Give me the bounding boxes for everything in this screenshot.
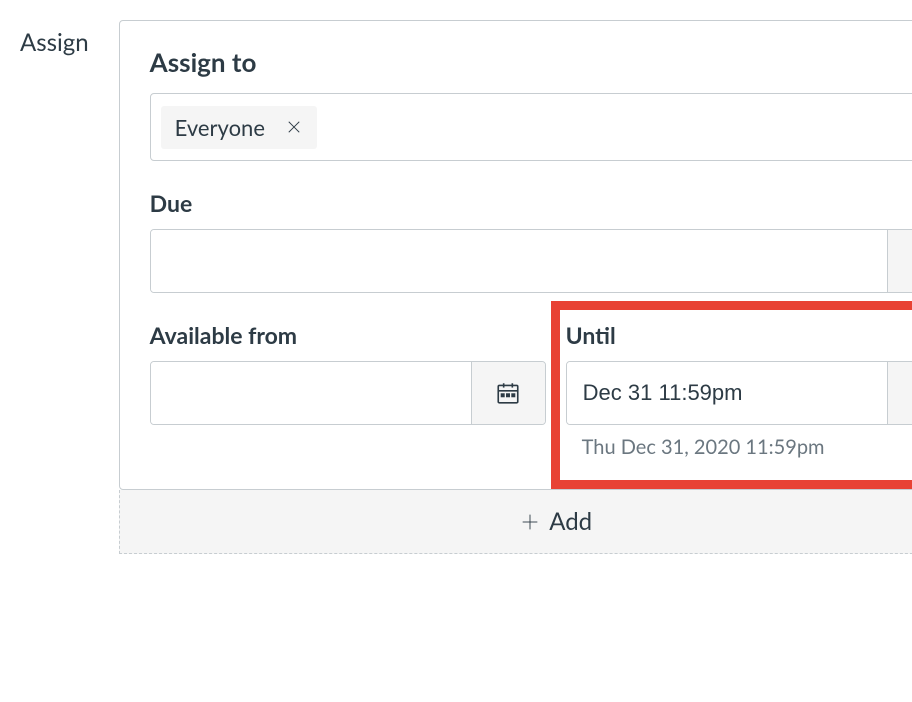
remove-tag-button[interactable] (285, 118, 303, 136)
due-date-input[interactable] (151, 230, 887, 292)
add-button[interactable]: Add (119, 490, 912, 554)
until-hint: Thu Dec 31, 2020 11:59pm (566, 435, 912, 459)
assign-side-label: Assign (20, 20, 89, 554)
assignee-tag: Everyone (161, 106, 317, 149)
available-from-input[interactable] (151, 362, 471, 424)
availability-row: Available from (150, 321, 912, 459)
plus-icon (519, 511, 541, 533)
add-label: Add (549, 507, 592, 536)
available-from-field (150, 361, 546, 425)
available-from-col: Available from (150, 321, 546, 459)
due-section: Due (150, 189, 912, 293)
calendar-icon (495, 380, 521, 406)
until-label: Until (566, 321, 912, 349)
available-from-calendar-button[interactable] (471, 362, 545, 424)
close-icon (285, 118, 303, 136)
assign-card: Assign to Everyone Due (119, 20, 912, 490)
until-input[interactable] (567, 362, 887, 424)
assign-to-label: Assign to (150, 46, 912, 78)
due-date-field (150, 229, 912, 293)
until-col: Until (566, 321, 912, 459)
available-from-label: Available from (150, 321, 546, 349)
assign-to-input[interactable]: Everyone (150, 93, 912, 161)
due-label: Due (150, 189, 912, 217)
assignee-tag-label: Everyone (175, 114, 265, 141)
until-calendar-button[interactable] (887, 362, 912, 424)
due-calendar-button[interactable] (887, 230, 912, 292)
until-field (566, 361, 912, 425)
card-wrapper: Assign to Everyone Due (119, 20, 912, 554)
assign-panel: Assign Assign to Everyone Due (20, 20, 892, 554)
